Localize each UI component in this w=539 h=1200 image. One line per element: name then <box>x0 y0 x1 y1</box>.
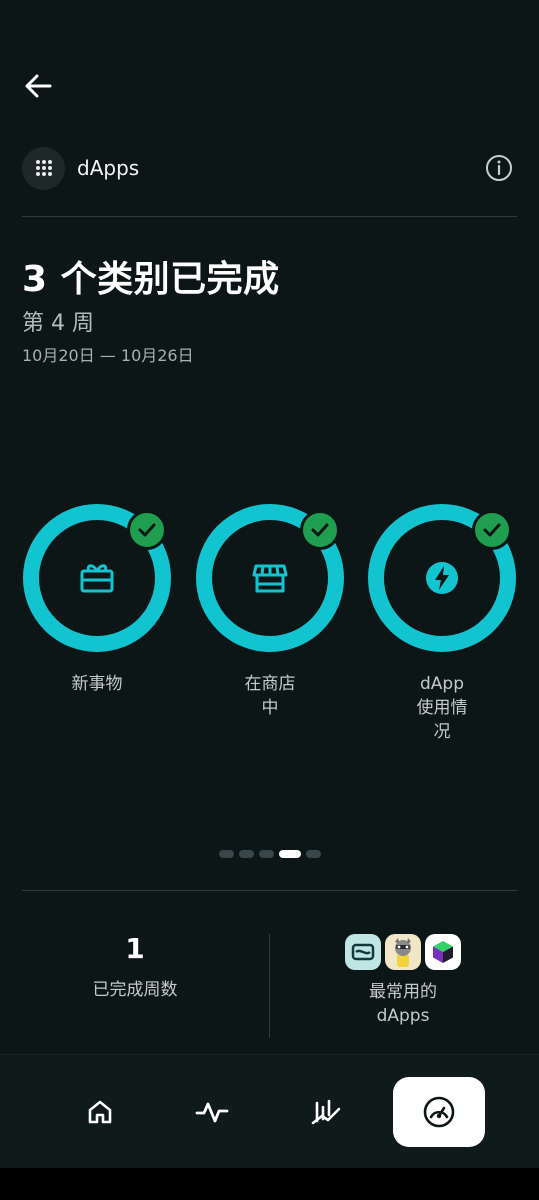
nav-home[interactable] <box>54 1077 146 1147</box>
category-ring-new[interactable] <box>21 502 173 654</box>
pager-dot[interactable] <box>238 850 254 858</box>
info-button[interactable] <box>481 150 517 186</box>
pager-dot[interactable] <box>305 850 321 858</box>
chart-trend-icon <box>311 1099 341 1125</box>
stats-divider <box>22 890 517 891</box>
storefront-icon <box>252 564 288 593</box>
bottom-navigation <box>0 1054 539 1168</box>
raccoon-app-icon[interactable] <box>385 934 421 970</box>
top-dapps-icons <box>290 934 516 970</box>
page-title: 3 个类别已完成 <box>22 259 280 300</box>
arrow-left-icon <box>25 74 52 98</box>
bolt-icon <box>426 562 458 594</box>
grid-dots-icon <box>35 160 52 176</box>
nav-activity[interactable] <box>166 1077 258 1147</box>
back-button[interactable] <box>20 68 56 104</box>
activity-icon <box>195 1102 229 1123</box>
nav-dashboard[interactable] <box>393 1077 485 1147</box>
completed-check-icon <box>127 510 167 550</box>
gauge-icon <box>423 1096 455 1128</box>
top-dapps-label: 最常用的 dApps <box>369 982 437 1026</box>
completed-check-icon <box>472 510 512 550</box>
week-label: 第 4 周 <box>22 311 94 336</box>
pager-dot[interactable] <box>218 850 234 858</box>
pager-dots <box>0 850 539 858</box>
category-ring-usage[interactable] <box>366 502 518 654</box>
category-ring-store[interactable] <box>194 502 346 654</box>
category-label-usage: dApp 使用情 况 <box>416 674 468 742</box>
completed-weeks-value: 1 <box>125 932 145 965</box>
header-title: dApps <box>77 156 140 180</box>
card-app-icon[interactable] <box>345 934 381 970</box>
completed-weeks-label: 已完成周数 <box>92 980 178 1000</box>
header: dApps <box>22 146 517 190</box>
pager-dot-active[interactable] <box>278 850 301 858</box>
stats-vertical-divider <box>269 934 270 1038</box>
completed-check-icon <box>300 510 340 550</box>
completed-weeks-stat: 1 已完成周数 <box>22 932 248 1000</box>
home-icon <box>88 1100 112 1124</box>
info-icon <box>486 155 512 181</box>
date-range: 10月20日 — 10月26日 <box>22 346 194 365</box>
category-label-new: 新事物 <box>71 674 123 694</box>
cube-app-icon[interactable] <box>425 934 461 970</box>
gift-icon <box>80 564 114 593</box>
category-label-store: 在商店 中 <box>244 674 296 718</box>
header-divider <box>22 216 517 217</box>
system-navigation-bar <box>0 1168 539 1200</box>
top-dapps-stat: 最常用的 dApps <box>290 934 516 1028</box>
pager-dot[interactable] <box>258 850 274 858</box>
dapps-app-icon <box>22 146 65 190</box>
nav-markets[interactable] <box>280 1077 372 1147</box>
